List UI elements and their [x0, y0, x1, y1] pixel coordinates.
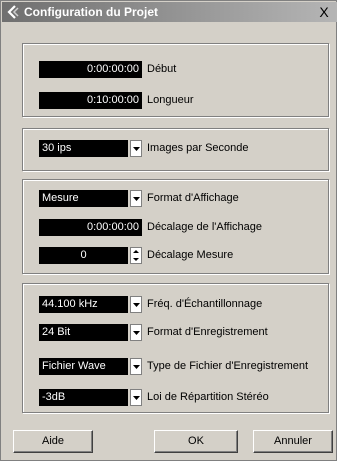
frame-rate-label: Images par Seconde [147, 142, 249, 154]
display-offset-label: Décalage de l'Affichage [147, 221, 263, 233]
record-format-label: Format d'Enregistrement [147, 326, 268, 338]
spin-up-icon[interactable] [131, 248, 141, 255]
pan-law-value: -3dB [39, 389, 128, 406]
chevron-down-icon[interactable] [130, 358, 142, 375]
sample-rate-select[interactable]: 44.100 kHz [39, 296, 142, 313]
display-offset-field[interactable]: 0:00:00:00 [39, 219, 142, 236]
pan-law-label: Loi de Répartition Stéréo [147, 391, 269, 403]
cancel-button[interactable]: Annuler [253, 430, 333, 453]
length-label: Longueur [147, 94, 194, 106]
ok-button[interactable]: OK [154, 430, 238, 453]
file-type-label: Type de Fichier d'Enregistrement [147, 360, 309, 372]
pan-law-select[interactable]: -3dB [39, 389, 142, 406]
window-title: Configuration du Projet [24, 5, 158, 19]
chevron-down-icon[interactable] [130, 389, 142, 406]
display-format-label: Format d'Affichage [147, 192, 239, 204]
app-logo-icon [7, 5, 19, 19]
record-format-value: 24 Bit [39, 324, 128, 341]
file-type-select[interactable]: Fichier Wave [39, 358, 142, 375]
record-format-select[interactable]: 24 Bit [39, 324, 142, 341]
sample-rate-label: Fréq. d'Échantillonnage [147, 298, 263, 310]
project-setup-dialog: Configuration du Projet X 0:00:00:00 Déb… [0, 0, 337, 461]
frame-rate-select[interactable]: 30 ips [39, 140, 142, 157]
close-button[interactable]: X [317, 4, 331, 20]
chevron-down-icon[interactable] [130, 140, 142, 157]
spin-down-icon[interactable] [131, 256, 141, 263]
file-type-value: Fichier Wave [39, 358, 128, 375]
help-button[interactable]: Aide [13, 430, 93, 453]
bar-offset-label: Décalage Mesure [147, 249, 234, 261]
bar-offset-field[interactable]: 0 [39, 247, 128, 264]
chevron-down-icon[interactable] [130, 190, 142, 207]
frame-rate-value: 30 ips [39, 140, 128, 157]
sample-rate-value: 44.100 kHz [39, 296, 128, 313]
title-bar[interactable]: Configuration du Projet X [2, 2, 337, 22]
length-field[interactable]: 0:10:00:00 [39, 92, 142, 109]
start-time-label: Début [147, 63, 177, 75]
start-time-field[interactable]: 0:00:00:00 [39, 61, 142, 78]
display-format-value: Mesure [39, 190, 128, 207]
display-format-select[interactable]: Mesure [39, 190, 142, 207]
chevron-down-icon[interactable] [130, 324, 142, 341]
bar-offset-spinner[interactable] [130, 247, 142, 264]
chevron-down-icon[interactable] [130, 296, 142, 313]
